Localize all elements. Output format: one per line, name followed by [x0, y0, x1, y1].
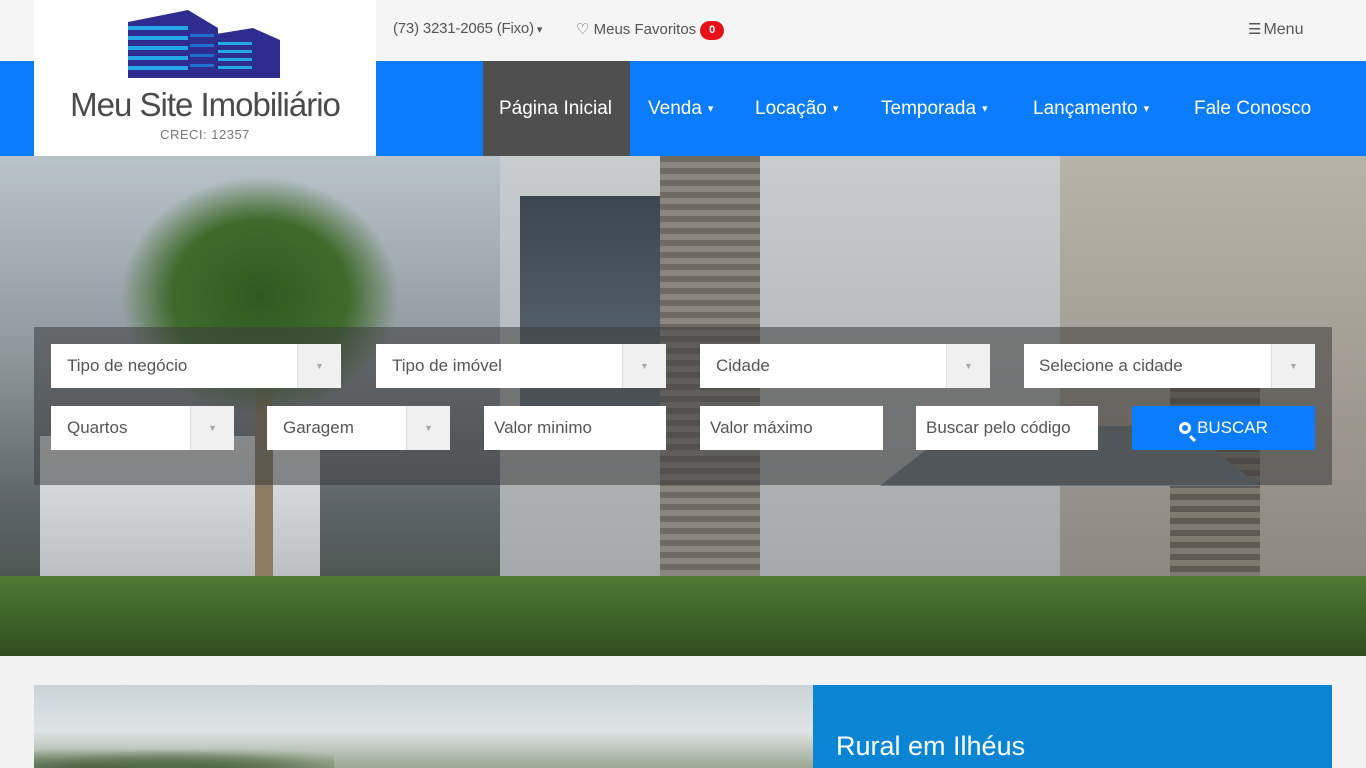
- chevron-down-icon: ▾: [707, 103, 714, 115]
- logo-name: Meu Site Imobiliário: [70, 86, 341, 123]
- featured-property-title: Rural em Ilhéus: [836, 731, 1026, 761]
- featured-property-info[interactable]: Rural em Ilhéus: [813, 685, 1332, 768]
- chevron-down-icon: ▾: [536, 24, 543, 36]
- cidade-select[interactable]: Cidade ▼: [700, 344, 990, 388]
- nav-item-fale-conosco[interactable]: Fale Conosco: [1194, 61, 1311, 156]
- tipo-negocio-select[interactable]: Tipo de negócio ▼: [51, 344, 341, 388]
- nav-item-label: Venda: [648, 98, 702, 119]
- chevron-down-icon: ▼: [190, 406, 234, 450]
- selecione-cidade-select[interactable]: Selecione a cidade ▼: [1024, 344, 1315, 388]
- logo-creci: CRECI: 12357: [160, 127, 250, 142]
- valor-maximo-input[interactable]: Valor máximo: [700, 406, 883, 450]
- nav-item-pagina-inicial[interactable]: Página Inicial: [483, 61, 630, 156]
- buscar-button[interactable]: BUSCAR: [1132, 406, 1315, 450]
- hero-lawn: [0, 576, 1366, 656]
- quartos-select[interactable]: Quartos ▼: [51, 406, 234, 450]
- chevron-down-icon: ▼: [297, 344, 341, 388]
- favorites-link[interactable]: ♡ Meus Favoritos 0: [576, 20, 725, 40]
- select-value: Tipo de imóvel: [392, 356, 502, 375]
- menu-label: Menu: [1263, 21, 1304, 38]
- garagem-select[interactable]: Garagem ▼: [267, 406, 450, 450]
- nav-item-label: Lançamento: [1033, 98, 1138, 119]
- buildings-logo-icon: [128, 10, 280, 78]
- buscar-label: BUSCAR: [1197, 418, 1268, 437]
- phone-dropdown[interactable]: (73) 3231-2065 (Fixo) ▾: [393, 20, 542, 37]
- codigo-input[interactable]: Buscar pelo código: [916, 406, 1098, 450]
- heart-outline-icon: ♡: [576, 21, 590, 38]
- chevron-down-icon: ▾: [982, 103, 988, 115]
- menu-button[interactable]: ☰ Menu: [1248, 20, 1303, 39]
- select-value: Garagem: [283, 418, 354, 437]
- select-value: Tipo de negócio: [67, 356, 188, 375]
- input-placeholder: Valor máximo: [710, 418, 813, 437]
- search-icon: [1179, 422, 1192, 434]
- chevron-down-icon: ▼: [622, 344, 666, 388]
- chevron-down-icon: ▾: [1143, 103, 1150, 115]
- favorites-label: Meus Favoritos: [593, 21, 697, 38]
- input-placeholder: Buscar pelo código: [926, 418, 1071, 437]
- nav-item-venda[interactable]: Venda ▾: [648, 61, 713, 156]
- nav-item-temporada[interactable]: Temporada ▾: [881, 61, 988, 156]
- chevron-down-icon: ▼: [1271, 344, 1315, 388]
- search-panel: Tipo de negócio ▼ Tipo de imóvel ▼ Cidad…: [34, 327, 1332, 485]
- nav-item-locacao[interactable]: Locação ▾: [755, 61, 838, 156]
- select-value: Cidade: [716, 356, 770, 375]
- chevron-down-icon: ▾: [832, 103, 839, 115]
- chevron-down-icon: ▼: [946, 344, 990, 388]
- featured-trees: [34, 748, 334, 768]
- nav-item-label: Fale Conosco: [1194, 98, 1312, 119]
- valor-minimo-input[interactable]: Valor minimo: [484, 406, 666, 450]
- nav-item-lancamento[interactable]: Lançamento ▾: [1033, 61, 1149, 156]
- site-logo[interactable]: Meu Site Imobiliário CRECI: 12357: [34, 0, 376, 156]
- featured-property-image[interactable]: [34, 685, 813, 768]
- select-value: Quartos: [67, 418, 128, 437]
- favorites-count-badge: 0: [700, 21, 725, 40]
- tipo-imovel-select[interactable]: Tipo de imóvel ▼: [376, 344, 666, 388]
- nav-item-label: Locação: [755, 98, 827, 119]
- select-value: Selecione a cidade: [1039, 356, 1183, 375]
- phone-number: (73) 3231-2065 (Fixo): [393, 20, 534, 37]
- chevron-down-icon: ▼: [406, 406, 450, 450]
- nav-item-label: Temporada: [881, 98, 977, 119]
- input-placeholder: Valor minimo: [494, 418, 592, 437]
- nav-item-label: Página Inicial: [499, 98, 613, 119]
- hamburger-icon: ☰: [1248, 21, 1262, 38]
